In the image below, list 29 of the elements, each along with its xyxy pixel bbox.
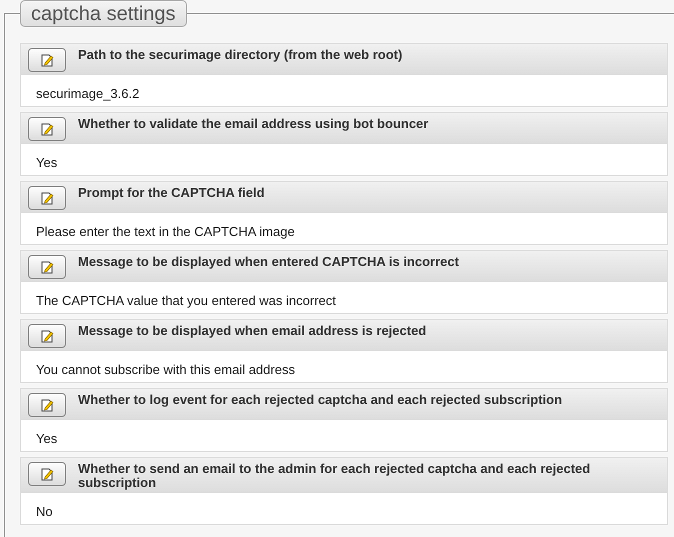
setting-value: No	[36, 504, 53, 519]
edit-button[interactable]	[28, 48, 66, 72]
note-pencil-icon	[39, 328, 55, 344]
panel-legend: captcha settings	[20, 0, 187, 27]
edit-button[interactable]	[28, 462, 66, 486]
note-pencil-icon	[39, 190, 55, 206]
setting-value: You cannot subscribe with this email address	[36, 362, 295, 377]
setting-value: Yes	[36, 155, 58, 170]
note-pencil-icon	[39, 52, 55, 68]
setting-label: Whether to validate the email address using bot bouncer	[78, 116, 428, 131]
setting-label: Whether to send an email to the admin for each rejected captcha and each rejected subscription	[78, 461, 592, 490]
note-pencil-icon	[39, 259, 55, 275]
note-pencil-icon	[39, 466, 55, 482]
note-pencil-icon	[39, 397, 55, 413]
setting-value: The CAPTCHA value that you entered was incorrect	[36, 293, 336, 308]
setting-label: Message to be displayed when entered CAPTCHA is incorrect	[78, 254, 459, 269]
setting-value: Please enter the text in the CAPTCHA image	[36, 224, 295, 239]
edit-button[interactable]	[28, 186, 66, 210]
edit-button[interactable]	[28, 324, 66, 348]
setting-label: Whether to log event for each rejected captcha and each rejected subscription	[78, 392, 562, 407]
setting-value: securimage_3.6.2	[36, 86, 140, 101]
note-pencil-icon	[39, 121, 55, 137]
setting-label: Path to the securimage directory (from the web root)	[78, 47, 402, 62]
setting-label: Message to be displayed when email address is rejected	[78, 323, 426, 338]
edit-button[interactable]	[28, 393, 66, 417]
setting-label: Prompt for the CAPTCHA field	[78, 185, 265, 200]
setting-value: Yes	[36, 431, 58, 446]
edit-button[interactable]	[28, 255, 66, 279]
edit-button[interactable]	[28, 117, 66, 141]
